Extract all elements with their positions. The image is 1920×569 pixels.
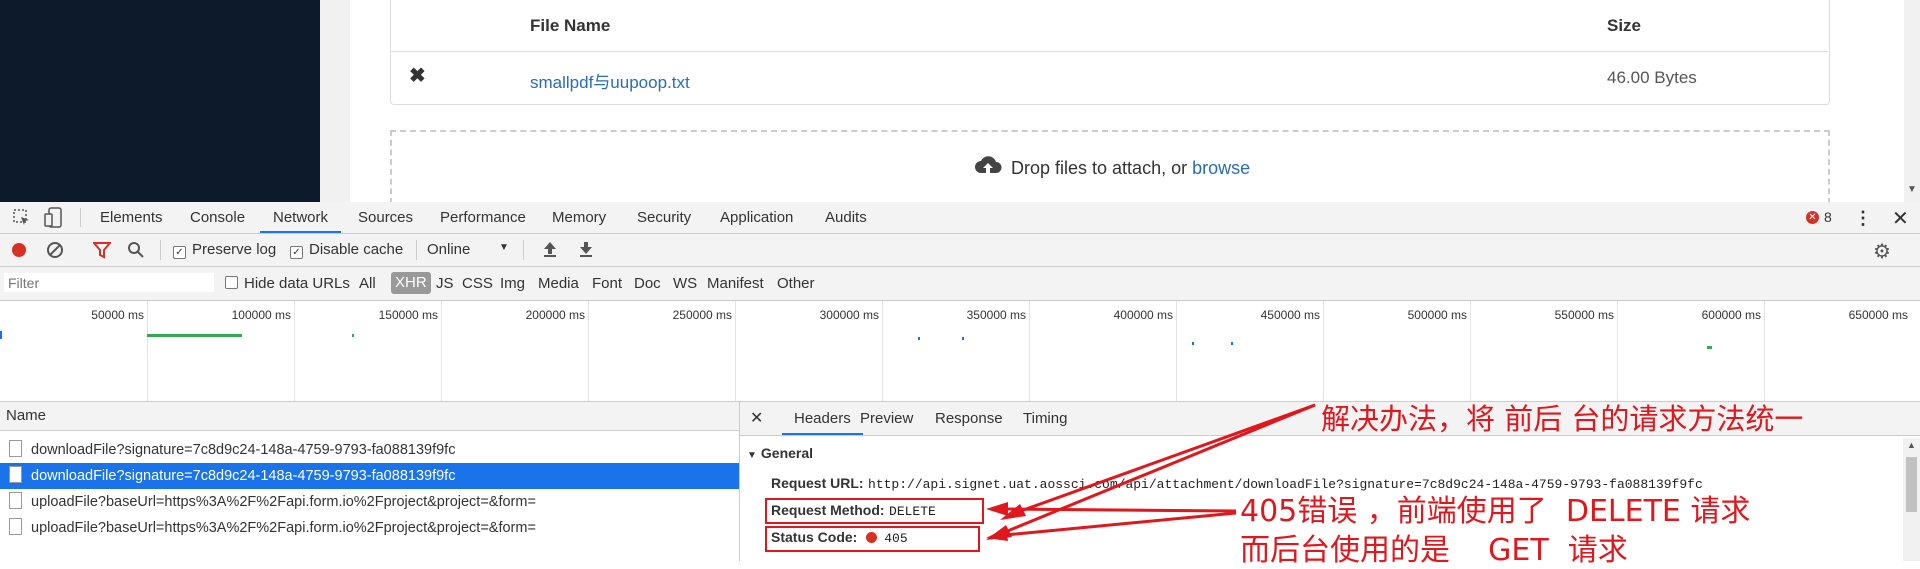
annotation-405-error: 405错误 ，前端使用了 DELETE 请求 — [1240, 494, 1751, 529]
annotation-arrows — [986, 403, 1316, 541]
arrowhead — [986, 502, 1008, 516]
annotation-backend-get: 而后台使用的是 GET 请求 — [1240, 533, 1628, 568]
arrow-line — [1005, 507, 1237, 513]
annotation-solution: 解决办法，将 前后 台的请求方法统一 — [1321, 402, 1804, 436]
